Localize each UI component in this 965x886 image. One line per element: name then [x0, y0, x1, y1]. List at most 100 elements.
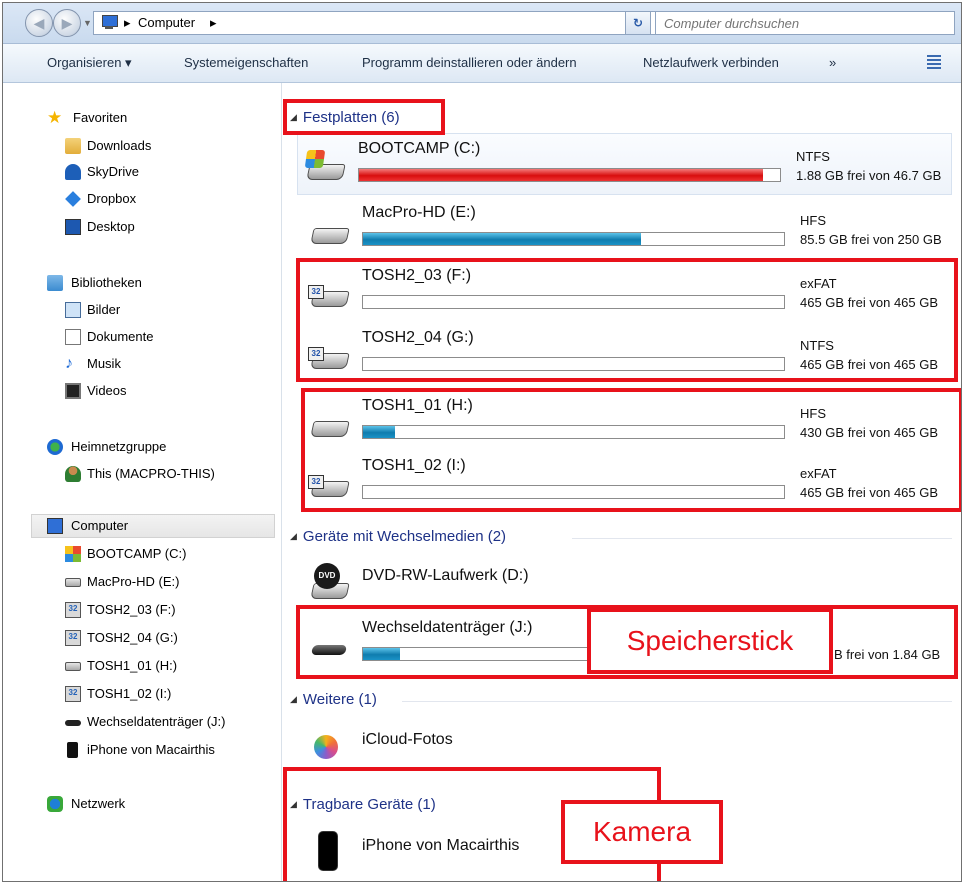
- annotation-label-camera: Kamera: [561, 800, 723, 864]
- nav-iphone-label: iPhone von Macairthis: [87, 742, 215, 757]
- group-header-removable[interactable]: ◢ Geräte mit Wechselmedien (2): [290, 528, 506, 548]
- nav-downloads-label: Downloads: [87, 138, 152, 153]
- drive-item[interactable]: MacPro-HD (E:) HFS 85.5 GB frei von 250 …: [302, 198, 957, 260]
- homegroup-icon: [47, 439, 63, 455]
- annotation-box-tosh2: [296, 258, 958, 382]
- organize-button[interactable]: Organisieren ▾: [47, 55, 132, 71]
- computer-icon: [47, 518, 63, 534]
- usb-stick-icon: [65, 720, 81, 726]
- nav-music-label: Musik: [87, 356, 121, 371]
- nav-computer-label: Computer: [71, 518, 129, 533]
- nav-videos-label: Videos: [87, 383, 127, 398]
- breadcrumb-separator-end[interactable]: ▸: [210, 15, 217, 31]
- dropbox-icon: [65, 191, 81, 207]
- computer-icon: [100, 15, 118, 30]
- user-icon: [65, 466, 81, 482]
- collapse-triangle-icon[interactable]: ◢: [290, 694, 297, 704]
- nav-skydrive-label: SkyDrive: [87, 164, 140, 179]
- nav-selection-highlight: [31, 514, 275, 538]
- music-note-icon: ♪: [65, 355, 73, 372]
- external-drive-icon: 32: [65, 602, 81, 618]
- icloud-photos-icon: [310, 735, 350, 765]
- refresh-button[interactable]: ↻: [625, 11, 651, 35]
- documents-icon: [65, 329, 81, 345]
- drive-filesystem: HFS: [800, 213, 826, 228]
- video-film-icon: [65, 383, 81, 399]
- drive-item[interactable]: BOOTCAMP (C:) NTFS 1.88 GB frei von 46.7…: [297, 133, 952, 195]
- nav-network-label: Netzwerk: [71, 796, 126, 811]
- nav-drive-h-label: TOSH1_01 (H:): [87, 658, 178, 673]
- hard-drive-icon: [310, 222, 350, 246]
- refresh-icon: ↻: [632, 16, 644, 30]
- nav-drive-f-label: TOSH2_03 (F:): [87, 602, 176, 617]
- annotation-box-hdd-header: [283, 99, 445, 135]
- more-commands-button[interactable]: »: [829, 55, 836, 70]
- nav-homegroup-label: Heimnetzgruppe: [71, 439, 167, 454]
- annotation-label-usb-stick: Speicherstick: [587, 608, 833, 674]
- navigation-pane: ★ Favoriten Downloads SkyDrive Dropbox De…: [3, 83, 282, 881]
- drive-usage-bar: [358, 168, 781, 182]
- nav-desktop-label: Desktop: [87, 219, 135, 234]
- address-box[interactable]: ▸ Computer ▸ ▼: [93, 11, 708, 36]
- item-name: iCloud-Fotos: [362, 731, 453, 748]
- libraries-icon: [47, 275, 63, 291]
- system-properties-button[interactable]: Systemeigenschaften: [184, 55, 308, 70]
- nav-drive-g-label: TOSH2_04 (G:): [87, 630, 178, 645]
- collapse-triangle-icon[interactable]: ◢: [290, 531, 297, 541]
- drive-usage-fill: [363, 233, 641, 245]
- forward-arrow-icon: ▶: [61, 15, 73, 31]
- drive-free-space: 85.5 GB frei von 250 GB: [800, 232, 942, 247]
- star-icon: ★: [47, 108, 63, 127]
- nav-homegroup-user-label: This (MACPRO-THIS): [87, 466, 215, 481]
- uninstall-program-button[interactable]: Programm deinstallieren oder ändern: [362, 55, 577, 70]
- back-arrow-icon: ◀: [33, 15, 45, 31]
- hard-drive-icon: [65, 578, 81, 587]
- address-bar-area: ◀ ▶ ▼ ▸ Computer ▸ ▼ ↻: [3, 3, 961, 44]
- nav-drive-j-label: Wechseldatenträger (J:): [87, 714, 226, 729]
- annotation-box-tosh1: [301, 388, 961, 512]
- external-drive-icon: 32: [65, 630, 81, 646]
- hard-drive-icon: [65, 662, 81, 671]
- breadcrumb-computer[interactable]: Computer: [138, 15, 195, 30]
- desktop-icon: [65, 219, 81, 235]
- pictures-icon: [65, 302, 81, 318]
- group-other-label: Weitere (1): [302, 691, 377, 708]
- change-view-icon[interactable]: [927, 53, 943, 71]
- drive-name: MacPro-HD (E:): [362, 204, 476, 221]
- drive-name: BOOTCAMP (C:): [358, 140, 481, 157]
- network-icon: [47, 796, 63, 812]
- drive-usage-fill: [359, 169, 764, 181]
- external-drive-icon: 32: [65, 686, 81, 702]
- nav-documents-label: Dokumente: [87, 329, 154, 344]
- dvd-drive-icon: DVD: [310, 563, 350, 601]
- drive-name: DVD-RW-Laufwerk (D:): [362, 567, 529, 584]
- group-divider: [402, 701, 952, 702]
- group-removable-label: Geräte mit Wechselmedien (2): [302, 528, 507, 545]
- map-network-drive-button[interactable]: Netzlaufwerk verbinden: [643, 55, 779, 70]
- search-input[interactable]: [656, 12, 954, 34]
- back-button[interactable]: ◀: [25, 9, 53, 37]
- breadcrumb-separator[interactable]: ▸: [124, 15, 131, 31]
- drive-free-space: 1.88 GB frei von 46.7 GB: [796, 168, 942, 183]
- explorer-window: ◀ ▶ ▼ ▸ Computer ▸ ▼ ↻ Organisieren ▾ Sy…: [2, 2, 962, 882]
- group-divider: [572, 538, 952, 539]
- recent-pages-dropdown-icon[interactable]: ▼: [83, 18, 92, 28]
- skydrive-icon: [65, 164, 81, 180]
- nav-drive-e-label: MacPro-HD (E:): [87, 574, 180, 589]
- nav-dropbox-label: Dropbox: [87, 191, 137, 206]
- drive-filesystem: NTFS: [796, 149, 830, 164]
- phone-icon: [67, 742, 78, 758]
- forward-button[interactable]: ▶: [53, 9, 81, 37]
- nav-libraries-label: Bibliotheken: [71, 275, 142, 290]
- nav-drive-c-label: BOOTCAMP (C:): [87, 546, 187, 561]
- nav-drive-i-label: TOSH1_02 (I:): [87, 686, 172, 701]
- drive-usage-bar: [362, 232, 785, 246]
- windows-drive-icon: [65, 546, 81, 562]
- group-header-other[interactable]: ◢ Weitere (1): [290, 691, 377, 711]
- nav-favorites-label: Favoriten: [73, 110, 128, 125]
- windows-drive-icon: [304, 150, 346, 182]
- search-box[interactable]: [655, 11, 955, 35]
- downloads-folder-icon: [65, 138, 81, 154]
- nav-pictures-label: Bilder: [87, 302, 121, 317]
- command-bar: Organisieren ▾ Systemeigenschaften Progr…: [3, 44, 961, 83]
